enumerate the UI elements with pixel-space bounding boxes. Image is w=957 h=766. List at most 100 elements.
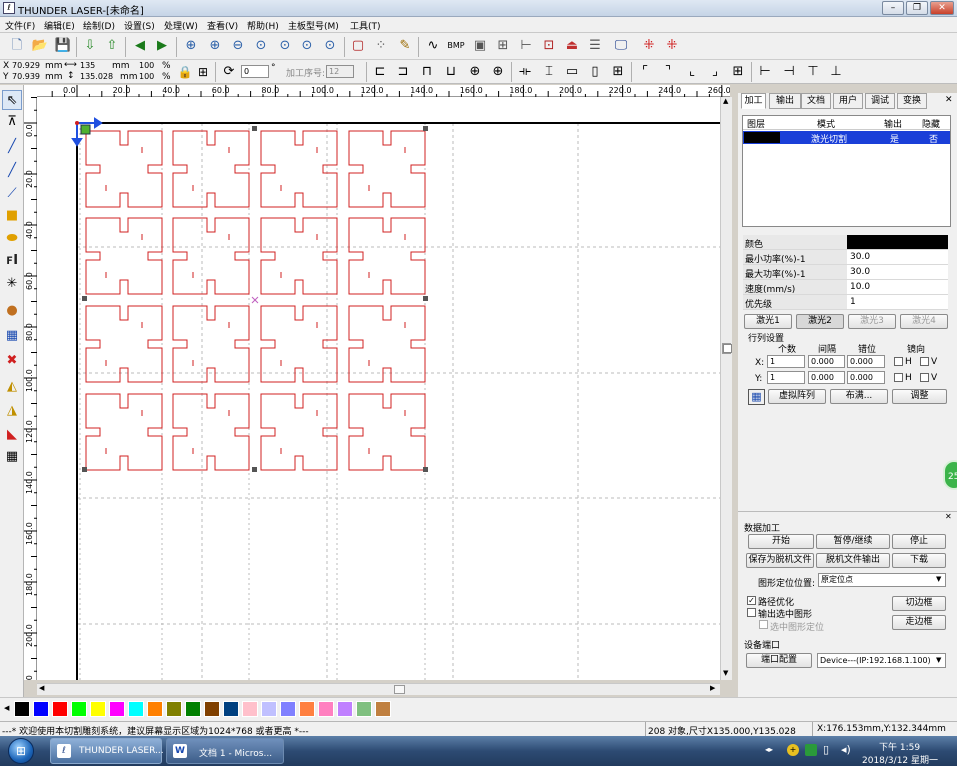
puzzle-piece[interactable] — [85, 217, 163, 295]
minimize-button[interactable]: – — [882, 1, 904, 15]
prop-color-value[interactable] — [847, 235, 948, 249]
polyline-tool-icon[interactable]: ╱ — [2, 161, 22, 181]
menu-view[interactable]: 查看(V) — [207, 19, 238, 32]
array-y-offset[interactable]: 0.000 — [847, 371, 885, 384]
menu-settings[interactable]: 设置(S) — [124, 19, 155, 32]
y-position-input[interactable]: 70.939 — [10, 71, 43, 84]
align-right-icon[interactable]: ⊐ — [394, 63, 412, 81]
zoom-hand-icon[interactable]: ⊕ — [182, 37, 200, 55]
palette-color-9[interactable] — [185, 701, 201, 717]
array-tool-icon[interactable]: ▦ — [2, 447, 22, 467]
point-tool-icon[interactable]: ✳ — [2, 274, 22, 294]
puzzle-piece[interactable] — [260, 305, 338, 383]
tray-expand-icon[interactable]: ◂▸ — [765, 745, 773, 754]
palette-color-19[interactable] — [375, 701, 391, 717]
zoom-all-icon[interactable]: ⊙ — [321, 37, 339, 55]
array-x-offset[interactable]: 0.000 — [847, 355, 885, 368]
rectangle-tool-icon[interactable]: ■ — [2, 206, 22, 226]
puzzle-piece[interactable] — [260, 130, 338, 208]
new-file-icon[interactable]: 🗋 — [8, 37, 26, 55]
user-tool-icon[interactable]: ● — [2, 301, 22, 321]
puzzle-piece[interactable] — [172, 393, 250, 471]
palette-color-5[interactable] — [109, 701, 125, 717]
puzzle-piece[interactable] — [348, 305, 426, 383]
corner-tr-icon[interactable]: ⌝ — [659, 63, 677, 81]
redo-icon[interactable]: ▶ — [153, 37, 171, 55]
delete-tool-icon[interactable]: ✖ — [2, 351, 22, 371]
array-x-gap[interactable]: 0.000 — [808, 355, 845, 368]
rotate-icon[interactable]: ⟳ — [220, 63, 238, 81]
tab-transform[interactable]: 变换 — [897, 93, 927, 109]
progress-badge[interactable]: 25 — [943, 460, 957, 490]
taskbar-app-word[interactable]: W 文档 1 - Micros... — [166, 738, 284, 764]
close-button[interactable]: ✕ — [930, 1, 954, 15]
palette-color-0[interactable] — [14, 701, 30, 717]
port-config-button[interactable]: 端口配置 — [746, 653, 812, 668]
tray-security-icon[interactable]: + — [787, 744, 799, 756]
puzzle-piece[interactable] — [260, 393, 338, 471]
position-select[interactable]: 原定位点 — [818, 573, 946, 587]
restore-button[interactable]: ❐ — [906, 1, 928, 15]
height-input[interactable]: 135.028 — [78, 71, 118, 84]
same-width-icon[interactable]: ▭ — [563, 63, 581, 81]
import-icon[interactable]: ⇩ — [81, 37, 99, 55]
panel-collapse-handle[interactable] — [723, 344, 732, 353]
zoom-in-icon[interactable]: ⊕ — [206, 37, 224, 55]
same-size-icon[interactable]: ⊞ — [609, 63, 627, 81]
array-x-mirror-h[interactable] — [894, 357, 903, 366]
device-dropdown-icon[interactable]: ▼ — [936, 656, 941, 664]
node-edit-tool-icon[interactable]: ⊼ — [2, 112, 22, 132]
cut-frame-button[interactable]: 切边框 — [892, 596, 946, 611]
array-y-mirror-h[interactable] — [894, 373, 903, 382]
array-y-mirror-v[interactable] — [920, 373, 929, 382]
scroll-left-arrow[interactable]: ◀ — [39, 684, 44, 692]
hscroll-thumb[interactable] — [394, 685, 405, 694]
array-x-count[interactable]: 1 — [767, 355, 805, 368]
puzzle-piece[interactable] — [172, 130, 250, 208]
palette-color-18[interactable] — [356, 701, 372, 717]
offline-output-button[interactable]: 脱机文件输出 — [816, 553, 890, 568]
line-tool-icon[interactable]: ╱ — [2, 137, 22, 157]
menu-help[interactable]: 帮助(H) — [247, 19, 279, 32]
selection-handle[interactable] — [252, 126, 257, 131]
palette-color-13[interactable] — [261, 701, 277, 717]
box-icon[interactable]: ▣ — [471, 37, 489, 55]
selection-handle[interactable] — [252, 467, 257, 472]
palette-color-11[interactable] — [223, 701, 239, 717]
grid-tool-icon[interactable]: ▦ — [2, 326, 22, 346]
adjust-button[interactable]: 调整 — [892, 389, 947, 404]
horizontal-scrollbar[interactable]: ◀ ▶ — [37, 683, 720, 695]
vertical-scrollbar[interactable]: ▲ ▼ — [720, 97, 732, 680]
array-grid-icon[interactable]: ▦ — [748, 389, 765, 405]
align-left-icon[interactable]: ⊏ — [371, 63, 389, 81]
pause-resume-button[interactable]: 暂停/继续 — [816, 534, 890, 549]
pos-right-icon[interactable]: ⊣ — [780, 63, 798, 81]
menu-tools[interactable]: 工具(T) — [350, 19, 381, 32]
laser2-button[interactable]: 激光2 — [796, 314, 844, 329]
menu-board[interactable]: 主板型号(M) — [288, 19, 339, 32]
select-arrow-icon[interactable]: ⇖ — [2, 90, 22, 110]
palette-color-10[interactable] — [204, 701, 220, 717]
equal-hspace-icon[interactable]: ⟛ — [516, 63, 534, 81]
palette-color-17[interactable] — [337, 701, 353, 717]
selection-handle[interactable] — [423, 296, 428, 301]
puzzle-piece[interactable] — [348, 217, 426, 295]
tab-user[interactable]: 用户 — [833, 93, 863, 109]
export-icon[interactable]: ⇧ — [103, 37, 121, 55]
process-no-input[interactable]: 12 — [326, 65, 354, 78]
menu-edit[interactable]: 编辑(E) — [44, 19, 75, 32]
tray-network-icon[interactable]: ▯ — [823, 743, 829, 756]
zoom-page-icon[interactable]: ⊙ — [276, 37, 294, 55]
tab-document[interactable]: 文档 — [801, 93, 831, 109]
prop-maxpower-value[interactable]: 30.0 — [847, 265, 948, 279]
grid-dots2-icon[interactable]: ⁜ — [663, 37, 681, 55]
download-button[interactable]: 下载 — [892, 553, 946, 568]
puzzle-piece[interactable] — [85, 130, 163, 208]
palette-color-1[interactable] — [33, 701, 49, 717]
array-x-mirror-v[interactable] — [920, 357, 929, 366]
align-bottom-icon[interactable]: ⊔ — [442, 63, 460, 81]
prop-minpower-value[interactable]: 30.0 — [847, 250, 948, 264]
curve-icon[interactable]: ∿ — [424, 37, 442, 55]
drawing-canvas[interactable] — [37, 97, 720, 680]
rotate-input[interactable]: 0 — [241, 65, 269, 78]
